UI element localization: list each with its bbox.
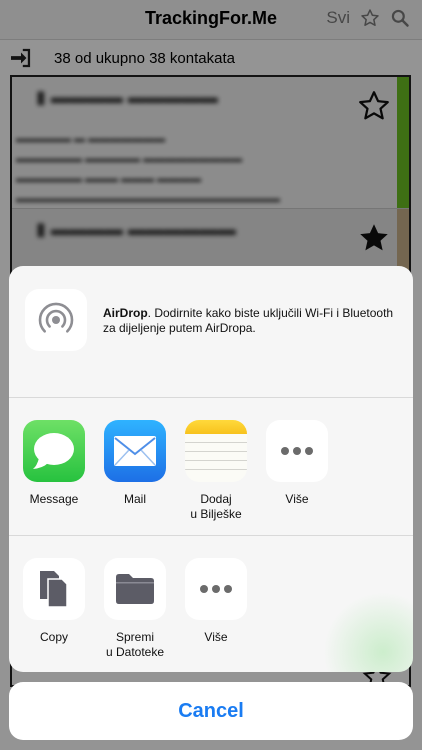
airdrop-section[interactable]: AirDrop. Dodirnite kako biste uključili … (9, 266, 413, 398)
mail-icon[interactable] (104, 420, 166, 482)
share-app-label: Mail (123, 492, 146, 506)
share-app-label: Dodaj u Bilješke (190, 492, 242, 521)
notes-icon[interactable] (185, 420, 247, 482)
action-copy[interactable]: Copy (14, 558, 94, 645)
more-icon[interactable] (266, 420, 328, 482)
messages-icon[interactable] (23, 420, 85, 482)
share-app-mail[interactable]: Mail (95, 420, 175, 507)
share-actions-row: Copy Spremi u Datoteke Više (9, 536, 413, 672)
copy-icon[interactable] (23, 558, 85, 620)
share-sheet: AirDrop. Dodirnite kako biste uključili … (9, 266, 413, 672)
airdrop-title: AirDrop (103, 306, 148, 320)
airdrop-description: AirDrop. Dodirnite kako biste uključili … (103, 306, 403, 336)
action-label: Copy (39, 630, 68, 644)
airdrop-tile[interactable] (25, 289, 87, 351)
action-more[interactable]: Više (176, 558, 256, 645)
share-app-label: Message (29, 492, 79, 506)
share-app-label: Više (285, 492, 309, 506)
share-app-more[interactable]: Više (257, 420, 337, 507)
action-label: Spremi u Datoteke (105, 630, 165, 659)
folder-icon[interactable] (104, 558, 166, 620)
airdrop-icon (38, 302, 74, 333)
cancel-button[interactable]: Cancel (9, 682, 413, 740)
action-save-to-files[interactable]: Spremi u Datoteke (95, 558, 175, 660)
more-icon[interactable] (185, 558, 247, 620)
share-apps-row: Message Mail Dodaj u Bilješke Više (9, 398, 413, 536)
share-app-message[interactable]: Message (14, 420, 94, 507)
action-label: Više (204, 630, 228, 644)
share-app-notes[interactable]: Dodaj u Bilješke (176, 420, 256, 522)
